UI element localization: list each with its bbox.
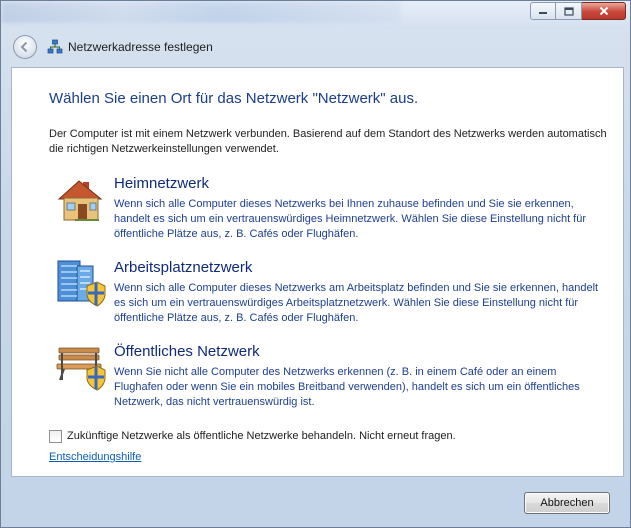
option-home-network[interactable]: Heimnetzwerk Wenn sich alle Computer die… [55, 174, 605, 246]
option-description: Wenn Sie nicht alle Computer des Netzwer… [114, 366, 580, 408]
navigation-bar: Netzwerkadresse festlegen [1, 31, 630, 63]
house-icon [57, 180, 103, 221]
maximize-button[interactable] [556, 2, 582, 20]
option-title: Öffentliches Netzwerk [114, 343, 260, 360]
public-networks-checkbox[interactable] [49, 429, 62, 443]
close-icon [599, 6, 608, 16]
page-heading: Wählen Sie einen Ort für das Netzwerk "N… [49, 90, 419, 107]
checkbox-label[interactable]: Zukünftige Netzwerke als öffentliche Net… [67, 430, 456, 442]
back-button[interactable] [13, 35, 37, 59]
option-title: Heimnetzwerk [114, 175, 210, 192]
dialog-footer: Abbrechen [1, 477, 630, 527]
office-building-icon [57, 260, 106, 307]
content-panel: Wählen Sie einen Ort für das Netzwerk "N… [11, 67, 624, 477]
public-networks-checkbox-row[interactable]: Zukünftige Netzwerke als öffentliche Net… [49, 428, 456, 444]
minimize-button[interactable] [530, 2, 556, 20]
option-public-network[interactable]: Öffentliches Netzwerk Wenn Sie nicht all… [55, 342, 605, 414]
option-work-network[interactable]: Arbeitsplatznetzwerk Wenn sich alle Comp… [55, 258, 605, 330]
park-bench-icon [56, 347, 106, 391]
maximize-icon [563, 6, 574, 16]
option-description: Wenn sich alle Computer dieses Netzwerks… [114, 198, 587, 240]
close-button[interactable] [582, 2, 626, 20]
background-blur [1, 1, 401, 23]
network-icon [47, 39, 63, 54]
cancel-button[interactable]: Abbrechen [524, 492, 610, 514]
intro-text: Der Computer ist mit einem Netzwerk verb… [49, 128, 607, 155]
back-arrow-icon [20, 41, 28, 53]
dialog-window: Netzwerkadresse festlegen Wählen Sie ein… [0, 0, 631, 528]
caption-buttons [530, 2, 626, 20]
dialog-title: Netzwerkadresse festlegen [68, 40, 213, 54]
title-bar[interactable] [1, 1, 630, 29]
minimize-icon [539, 12, 547, 14]
option-title: Arbeitsplatznetzwerk [114, 259, 253, 276]
option-description: Wenn sich alle Computer dieses Netzwerks… [114, 282, 599, 324]
decision-help-link[interactable]: Entscheidungshilfe [49, 451, 141, 463]
